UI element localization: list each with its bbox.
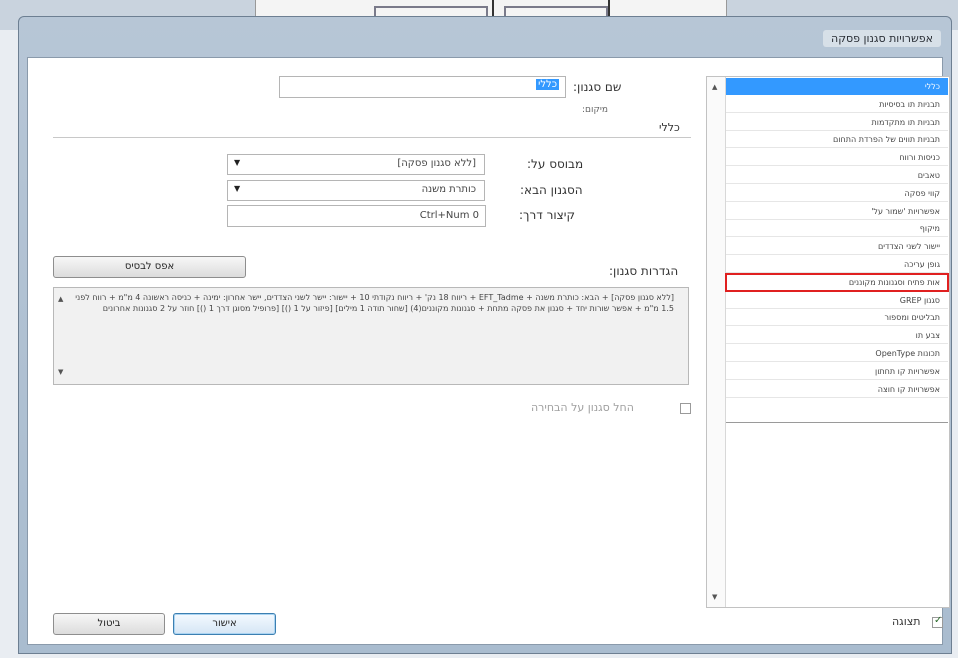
scroll-down-icon[interactable]: ▼ [58,367,63,378]
preview-label: תצוגה [892,615,921,628]
style-settings-text: [ללא סגנון פסקה] + הבא: כותרת משנה + EFT… [75,293,674,313]
cancel-button[interactable]: ביטול [53,613,165,635]
next-style-dropdown[interactable]: כותרת משנה ▼ [227,180,485,201]
category-item[interactable]: צבע תו [726,327,948,345]
section-title: כללי [659,121,680,134]
dialog-titlebar[interactable]: אפשרויות סגנון פסקה [19,17,951,57]
section-divider [53,137,691,138]
category-item[interactable]: טאבים [726,167,948,184]
ok-button[interactable]: אישור [173,613,276,635]
apply-style-label: החל סגנון על הבחירה [531,401,634,414]
category-item[interactable]: סגנון GREP [726,292,948,309]
category-list-end [726,422,948,423]
category-item[interactable]: כניסות ורווח [726,149,948,167]
next-style-value: כותרת משנה [421,184,476,195]
reset-to-base-button[interactable]: אפס לבסיס [53,256,246,278]
category-item[interactable]: אות פתיח וסגנונות מקוננים [725,272,949,292]
category-item[interactable]: כללי [726,78,948,95]
scroll-down-icon[interactable]: ▼ [712,593,717,601]
category-item[interactable]: מיקוף [726,220,948,238]
style-name-label: שם סגנון: [573,80,622,94]
category-item[interactable]: תבליטים ומספור [726,309,948,327]
category-item[interactable]: קווי פסקה [726,185,948,202]
location-label: מיקום: [582,105,608,115]
category-item[interactable]: אפשרויות קו חוצה [726,381,948,398]
scroll-up-icon[interactable]: ▲ [712,83,717,91]
style-settings-description: [ללא סגנון פסקה] + הבא: כותרת משנה + EFT… [53,287,689,385]
preview-checkbox[interactable] [932,615,943,628]
category-scrollbar[interactable]: ▲ ▼ [707,77,726,607]
dialog-title: אפשרויות סגנון פסקה [823,30,941,47]
chevron-down-icon: ▼ [234,158,241,167]
based-on-dropdown[interactable]: [ללא סגנון פסקה] ▼ [227,154,485,175]
style-name-value: כללי [536,79,559,90]
shortcut-input[interactable]: Ctrl+Num 0 [227,205,486,227]
category-item[interactable]: תבניות תווים של הפרדת התחום [726,131,948,149]
style-name-input[interactable]: כללי [279,76,566,98]
category-item[interactable]: אפשרויות קו תחתון [726,363,948,380]
apply-style-checkbox[interactable] [680,403,691,414]
shortcut-value: Ctrl+Num 0 [419,210,479,221]
category-item[interactable]: גופן עריכה [726,256,948,273]
next-style-label: הסגנון הבא: [520,183,583,197]
chevron-down-icon: ▼ [234,184,241,193]
based-on-label: מבוסס על: [527,157,584,171]
style-settings-label: הגדרות סגנון: [609,264,679,278]
category-item[interactable]: תכונות OpenType [726,345,948,362]
category-item[interactable]: תבניות תו בסיסיות [726,96,948,113]
scroll-up-icon[interactable]: ▲ [58,294,63,305]
based-on-value: [ללא סגנון פסקה] [397,158,476,169]
category-item[interactable]: אפשרויות 'שמור על' [726,203,948,220]
category-item[interactable]: תבניות תו מתקדמות [726,114,948,131]
category-item[interactable]: יישור לשני הצדדים [726,238,948,256]
shortcut-label: קיצור דרך: [519,208,575,222]
